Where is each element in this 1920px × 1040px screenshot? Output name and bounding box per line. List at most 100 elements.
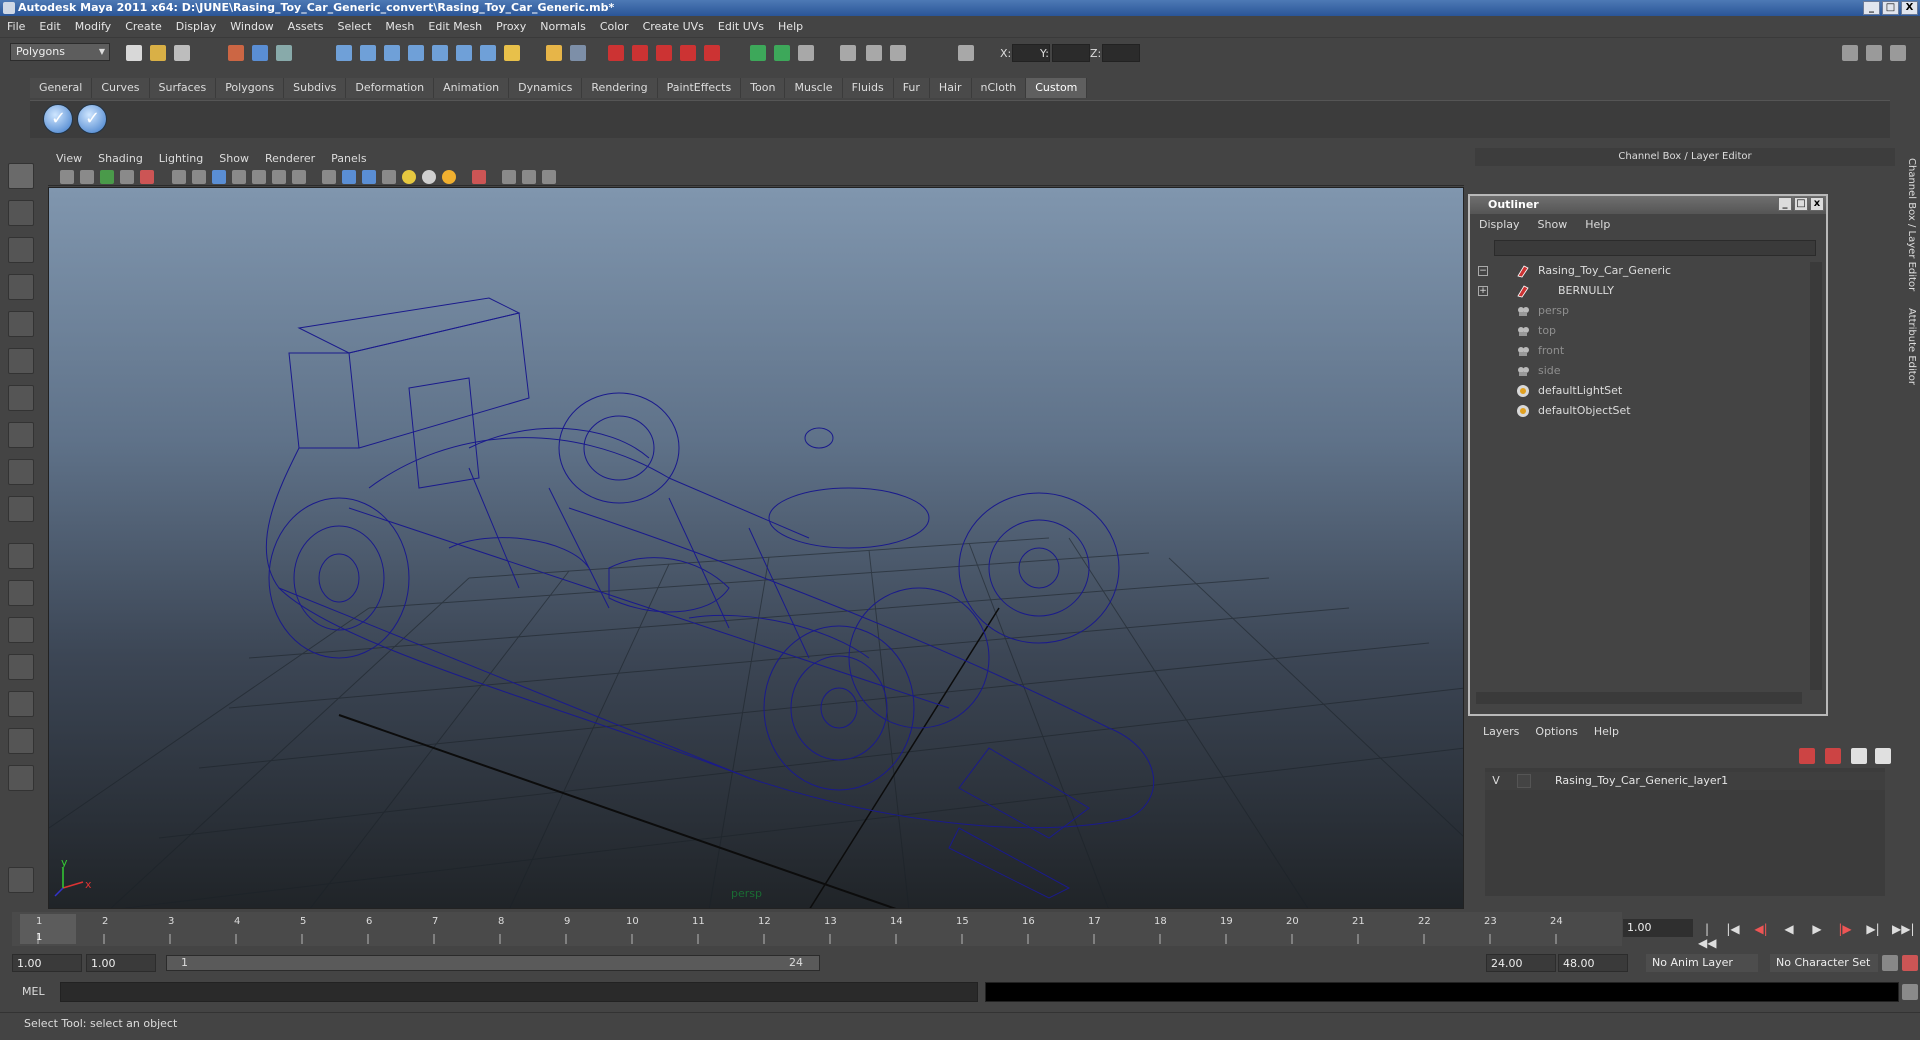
outliner-menu-show[interactable]: Show — [1529, 218, 1577, 231]
snap-curve-icon[interactable] — [360, 45, 376, 61]
layout-hypershade-persp-icon[interactable] — [8, 691, 34, 717]
menu-mesh[interactable]: Mesh — [378, 20, 421, 33]
layout-list-icon[interactable] — [1866, 45, 1882, 61]
ambient-occlusion-icon[interactable] — [542, 170, 556, 184]
outliner-minimize-button[interactable]: _ — [1778, 197, 1792, 211]
animation-end-field[interactable]: 48.00 — [1558, 954, 1628, 972]
outliner-item[interactable]: − Rasing_Toy_Car_Generic — [1476, 262, 1796, 280]
render-view-icon[interactable] — [704, 45, 720, 61]
outliner-item[interactable]: top — [1476, 322, 1796, 340]
wireframe-icon[interactable] — [322, 170, 336, 184]
step-back-frame-button[interactable]: ◀| — [1752, 922, 1770, 936]
shelf-checkmark-icon-1[interactable] — [43, 104, 73, 134]
outliner-close-button[interactable]: x — [1810, 197, 1824, 211]
tab-general[interactable]: General — [30, 78, 93, 98]
current-frame-field[interactable]: 1.00 — [1623, 919, 1693, 937]
construction-icon[interactable] — [480, 45, 496, 61]
shadows-icon[interactable] — [522, 170, 536, 184]
select-hierarchy-icon[interactable] — [228, 45, 244, 61]
layout-graph-persp-icon[interactable] — [8, 654, 34, 680]
safe-title-icon[interactable] — [272, 170, 286, 184]
viewport-menu-show[interactable]: Show — [211, 152, 257, 165]
gate-mask-icon[interactable] — [212, 170, 226, 184]
menu-proxy[interactable]: Proxy — [489, 20, 533, 33]
select-object-icon[interactable] — [252, 45, 268, 61]
snap-plane-icon[interactable] — [408, 45, 424, 61]
tab-dynamics[interactable]: Dynamics — [509, 78, 583, 98]
anim-layer-dropdown[interactable]: No Anim Layer — [1646, 954, 1758, 972]
viewport-menu-lighting[interactable]: Lighting — [151, 152, 211, 165]
collapse-toggle[interactable]: − — [1478, 266, 1488, 276]
menu-set-dropdown[interactable]: Polygons ▼ — [10, 43, 110, 61]
paint-select-tool-icon[interactable] — [8, 237, 34, 263]
playback-end-field[interactable]: 24.00 — [1486, 954, 1556, 972]
layout-single-pane-icon[interactable] — [8, 543, 34, 569]
ipr-render-icon[interactable] — [632, 45, 648, 61]
menu-file[interactable]: File — [0, 20, 32, 33]
hypershade-icon[interactable] — [680, 45, 696, 61]
camera-select-icon[interactable] — [60, 170, 74, 184]
menu-display[interactable]: Display — [169, 20, 224, 33]
viewport-menu-shading[interactable]: Shading — [90, 152, 151, 165]
camera-attributes-icon[interactable] — [80, 170, 94, 184]
outliner-item[interactable]: persp — [1476, 302, 1796, 320]
menu-window[interactable]: Window — [223, 20, 280, 33]
menu-color[interactable]: Color — [593, 20, 636, 33]
outliner-maximize-button[interactable]: □ — [1794, 197, 1808, 211]
scale-tool-icon[interactable] — [8, 348, 34, 374]
command-input-field[interactable] — [60, 982, 978, 1002]
history-icon[interactable] — [456, 45, 472, 61]
wireframe-on-shaded-icon[interactable] — [362, 170, 376, 184]
time-slider[interactable]: 1 2 3 4 5 6 7 8 9 10 11 12 13 14 15 16 1… — [12, 912, 1622, 946]
outliner-horizontal-scrollbar[interactable] — [1476, 692, 1802, 704]
move-layer-down-icon[interactable] — [1875, 748, 1891, 764]
step-forward-frame-button[interactable]: |▶ — [1836, 922, 1854, 936]
close-button[interactable]: X — [1901, 1, 1918, 15]
range-slider[interactable]: 1 24 — [166, 955, 820, 971]
auto-key-icon[interactable] — [1882, 955, 1898, 971]
layer-type-toggle[interactable] — [1517, 774, 1531, 788]
y-field[interactable] — [1052, 44, 1090, 62]
selected-lights-icon[interactable] — [442, 170, 456, 184]
rotate-tool-icon[interactable] — [8, 311, 34, 337]
absolute-transform-icon[interactable] — [890, 45, 906, 61]
texture-icon[interactable] — [292, 170, 306, 184]
last-tool-icon[interactable] — [8, 496, 34, 522]
playback-start-field[interactable]: 1.00 — [86, 954, 156, 972]
smooth-shade-icon[interactable] — [342, 170, 356, 184]
snap-surface-icon[interactable] — [432, 45, 448, 61]
tab-painteffects[interactable]: PaintEffects — [657, 78, 742, 98]
move-tool-icon[interactable] — [8, 274, 34, 300]
toolbox-expand-icon[interactable] — [8, 765, 34, 791]
attribute-editor-toggle-icon[interactable] — [798, 45, 814, 61]
resolution-gate-icon[interactable] — [192, 170, 206, 184]
shelf-checkmark-icon-2[interactable] — [77, 104, 107, 134]
tool-settings-icon[interactable] — [840, 45, 856, 61]
move-layer-up-icon[interactable] — [1851, 748, 1867, 764]
film-gate-icon[interactable] — [172, 170, 186, 184]
menu-assets[interactable]: Assets — [281, 20, 331, 33]
lock-icon[interactable] — [546, 45, 562, 61]
go-to-end-button[interactable]: ▶▶| — [1892, 922, 1915, 936]
show-manipulator-icon[interactable] — [8, 459, 34, 485]
save-scene-icon[interactable] — [174, 45, 190, 61]
go-to-start-button[interactable]: |◀◀ — [1698, 922, 1716, 950]
layout-channels-icon[interactable] — [1890, 45, 1906, 61]
menu-modify[interactable]: Modify — [68, 20, 118, 33]
new-scene-icon[interactable] — [126, 45, 142, 61]
tab-rendering[interactable]: Rendering — [582, 78, 658, 98]
layers-menu-help[interactable]: Help — [1586, 725, 1627, 738]
xray-icon[interactable] — [382, 170, 396, 184]
safe-action-icon[interactable] — [252, 170, 266, 184]
outliner-filter-field[interactable] — [1494, 240, 1816, 256]
tab-muscle[interactable]: Muscle — [785, 78, 843, 98]
outliner-item[interactable]: side — [1476, 362, 1796, 380]
high-quality-icon[interactable] — [502, 170, 516, 184]
animation-prefs-icon[interactable] — [1902, 955, 1918, 971]
tab-toon[interactable]: Toon — [741, 78, 786, 98]
perspective-viewport[interactable]: y x — [48, 187, 1464, 909]
tab-polygons[interactable]: Polygons — [216, 78, 285, 98]
manipulator-tool-icon[interactable] — [8, 385, 34, 411]
open-scene-icon[interactable] — [150, 45, 166, 61]
snap-grid-icon[interactable] — [336, 45, 352, 61]
